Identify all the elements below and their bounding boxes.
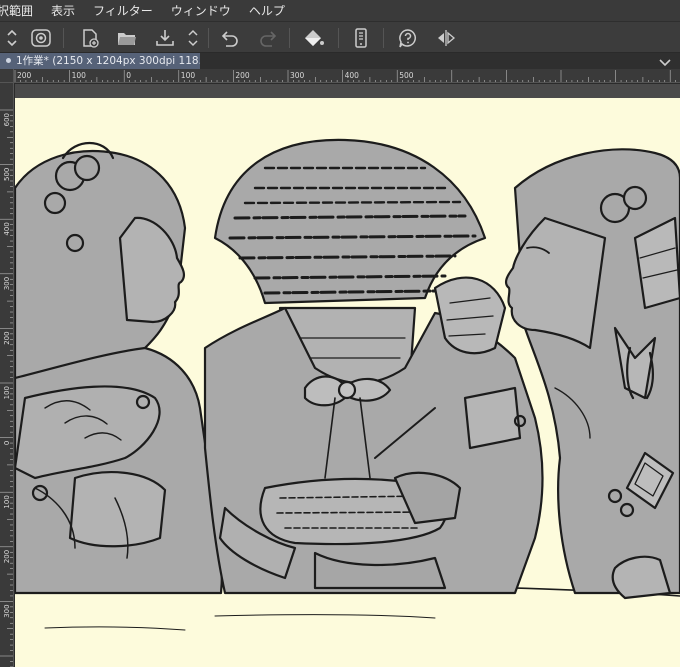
chevron-updown-icon[interactable]: [4, 25, 20, 51]
document-tab-label: 1作業* (2150 x 1204px 300dpi 118.9%): [16, 55, 200, 67]
ruler-label: 200: [3, 550, 11, 563]
new-file-icon[interactable]: [78, 25, 102, 51]
smartphone-icon[interactable]: [350, 25, 372, 51]
ruler-label: 100: [72, 71, 87, 80]
fill-icon[interactable]: [301, 25, 327, 51]
horizontal-ruler: 200 100 0 100 200 300 400 500: [14, 69, 680, 83]
undo-icon[interactable]: [218, 25, 242, 51]
toolbar-separator: [383, 28, 384, 48]
menu-selection[interactable]: 択範囲: [0, 2, 42, 19]
ruler-label: 300: [3, 277, 11, 290]
ruler-label: 300: [3, 604, 11, 617]
ruler-label: 500: [3, 168, 11, 181]
ruler-label: 100: [3, 495, 11, 508]
ruler-label: 600: [3, 113, 11, 126]
right-figure-hair: [513, 148, 680, 595]
ruler-label: 300: [290, 71, 305, 80]
ruler-label: 200: [3, 331, 11, 344]
command-bar: [0, 21, 680, 53]
help-icon[interactable]: [396, 25, 420, 51]
ruler-label: 0: [126, 71, 131, 80]
ruler-label: 100: [3, 386, 11, 399]
ruler-label: 0: [3, 441, 11, 445]
toolbar-separator: [63, 28, 64, 48]
save-icon[interactable]: [152, 25, 178, 51]
document-tab[interactable]: 1作業* (2150 x 1204px 300dpi 118.9%): [0, 53, 200, 69]
menu-bar: 択範囲 表示 フィルター ウィンドウ ヘルプ: [0, 0, 680, 21]
toolbar-separator: [289, 28, 290, 48]
flip-horizontal-icon[interactable]: [434, 25, 458, 51]
vertical-ruler: 600 500 400 300 200 100 0 100 200 300: [0, 83, 14, 667]
ruler-label: 500: [399, 71, 414, 80]
save-options-icon[interactable]: [186, 25, 200, 51]
workspace[interactable]: [15, 84, 680, 667]
redo-icon[interactable]: [256, 25, 280, 51]
ruler-label: 400: [3, 222, 11, 235]
menu-filter[interactable]: フィルター: [84, 2, 162, 19]
ruler-label: 200: [235, 71, 250, 80]
menu-view[interactable]: 表示: [42, 2, 84, 19]
ruler-corner: [0, 69, 14, 83]
ruler-label: 400: [345, 71, 360, 80]
canvas[interactable]: [15, 98, 680, 667]
unsaved-dot-icon: [6, 57, 11, 63]
open-folder-icon[interactable]: [115, 25, 139, 51]
menu-help[interactable]: ヘルプ: [240, 2, 294, 19]
artwork: [15, 138, 680, 631]
toolbar-separator: [338, 28, 339, 48]
ruler-label: 100: [181, 71, 196, 80]
menu-window[interactable]: ウィンドウ: [162, 2, 240, 19]
document-tab-bar: 1作業* (2150 x 1204px 300dpi 118.9%): [0, 53, 680, 69]
ruler-label: 200: [17, 71, 32, 80]
layer-property-icon[interactable]: [28, 25, 54, 51]
toolbar-separator: [208, 28, 209, 48]
